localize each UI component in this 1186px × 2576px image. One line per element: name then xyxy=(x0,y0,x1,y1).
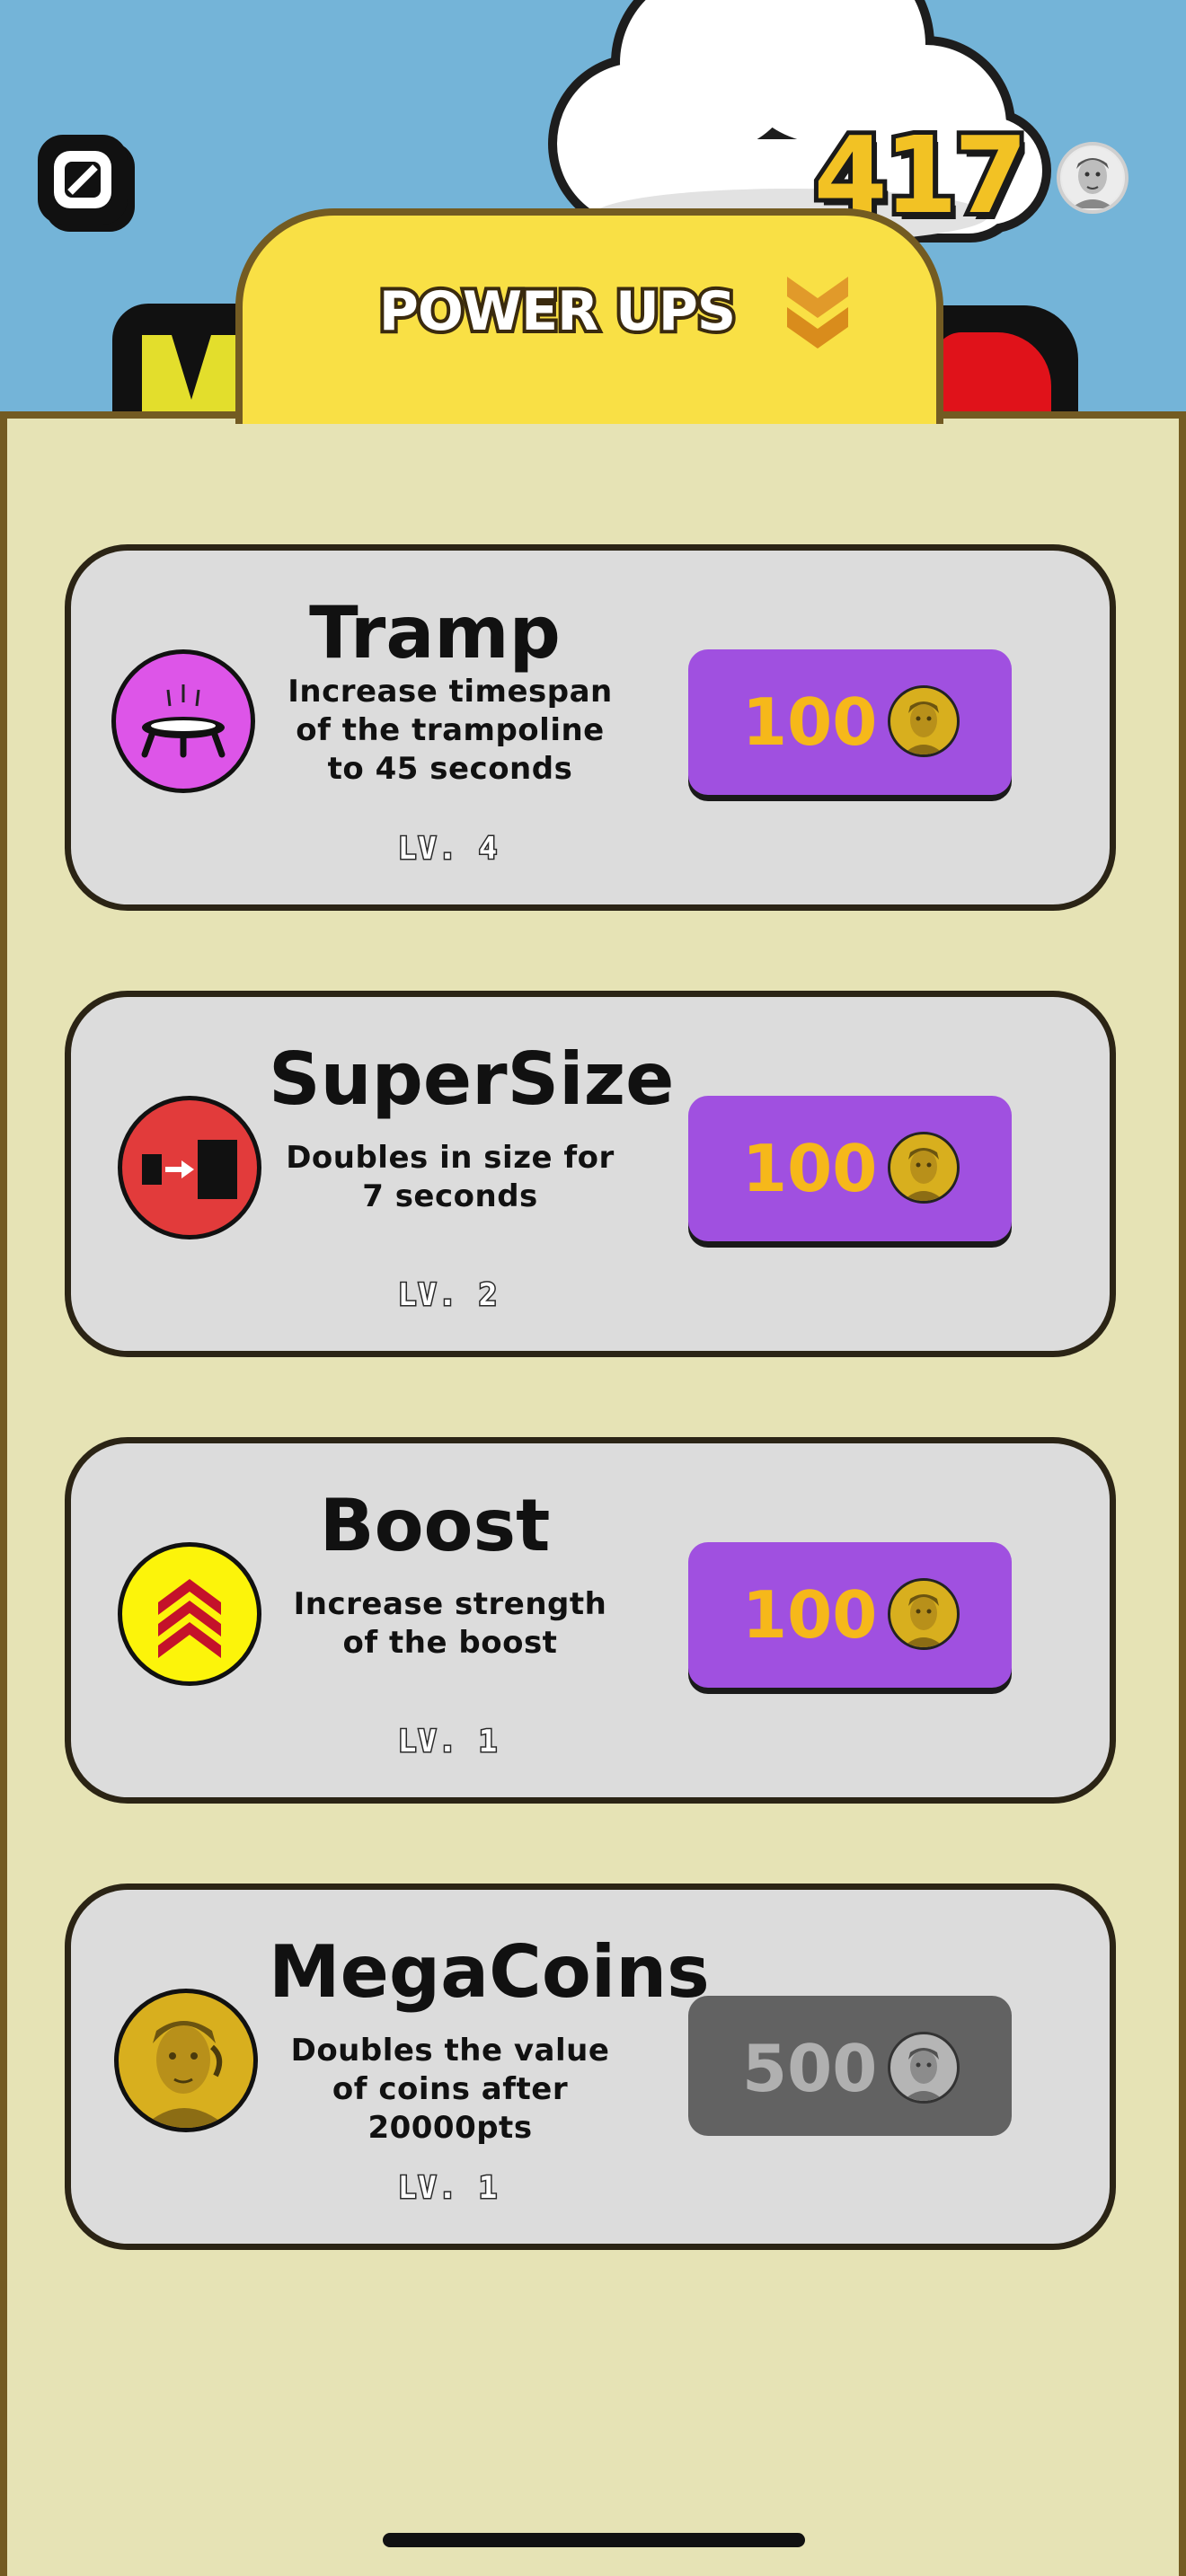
boost-chevrons-icon xyxy=(118,1542,261,1686)
powerups-tab[interactable]: POWER UPS xyxy=(235,208,943,424)
trampoline-icon xyxy=(111,649,255,793)
pause-icon-glyph xyxy=(65,162,101,198)
face-coin-icon xyxy=(888,1578,960,1650)
powerup-level: LV. 2 xyxy=(396,1276,500,1315)
buy-button-tramp[interactable]: 100 xyxy=(688,649,1012,795)
double-chevron-down-icon[interactable] xyxy=(782,271,854,352)
megacoin-icon xyxy=(114,1989,258,2132)
powerup-name: Tramp xyxy=(309,591,561,675)
powerup-description: Doubles in size for 7 seconds xyxy=(286,1140,615,1214)
face-coin-icon xyxy=(888,685,960,757)
buy-price: 100 xyxy=(742,684,878,760)
home-indicator[interactable] xyxy=(383,2533,805,2547)
face-coin-icon xyxy=(1057,142,1128,214)
powerup-level: LV. 1 xyxy=(396,2169,500,2208)
buy-price: 100 xyxy=(742,1131,878,1206)
powerup-name: SuperSize xyxy=(269,1037,675,1121)
powerup-description: Increase strength of the boost xyxy=(293,1586,607,1661)
powerup-card-boost: Boost Increase strength of the boost LV.… xyxy=(65,1437,1116,1804)
supersize-icon xyxy=(118,1096,261,1239)
pause-button[interactable] xyxy=(38,135,128,225)
buy-price: 100 xyxy=(742,1577,878,1653)
face-coin-icon xyxy=(888,1132,960,1204)
powerup-name: MegaCoins xyxy=(269,1930,710,2014)
powerup-card-supersize: SuperSize Doubles in size for 7 seconds … xyxy=(65,991,1116,1357)
powerup-level: LV. 4 xyxy=(396,830,500,869)
powerup-card-megacoins: MegaCoins Doubles the value of coins aft… xyxy=(65,1883,1116,2250)
powerup-description: Increase timespan of the trampoline to 4… xyxy=(288,674,613,787)
buy-button-supersize[interactable]: 100 xyxy=(688,1096,1012,1241)
buy-button-megacoins[interactable]: 500 xyxy=(688,1996,1012,2136)
buy-price: 500 xyxy=(742,2031,878,2106)
powerups-tab-title: POWER UPS xyxy=(376,277,739,347)
face-coin-icon xyxy=(888,2032,960,2104)
powerup-level: LV. 1 xyxy=(396,1723,500,1761)
powerup-name: Boost xyxy=(319,1484,551,1567)
buy-button-boost[interactable]: 100 xyxy=(688,1542,1012,1688)
powerup-card-tramp: Tramp Increase timespan of the trampolin… xyxy=(65,544,1116,911)
powerup-description: Doubles the value of coins after 20000pt… xyxy=(290,2033,610,2146)
